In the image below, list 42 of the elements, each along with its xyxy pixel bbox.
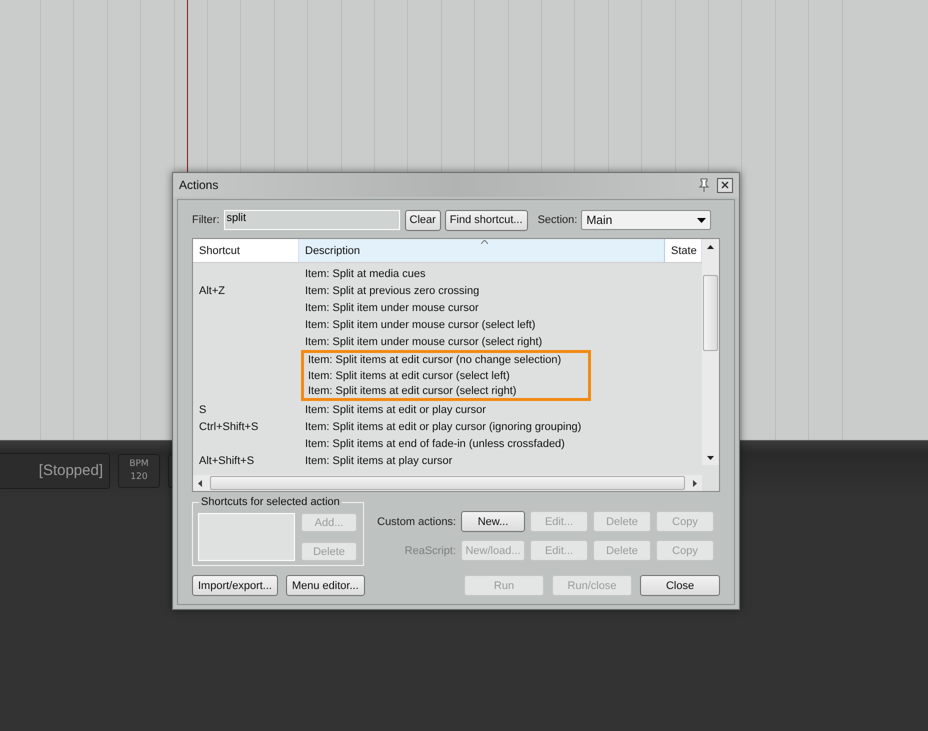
description-cell[interactable]: Item: Split at previous zero crossing <box>299 282 665 299</box>
dialog-button[interactable]: Import/export... <box>192 575 278 596</box>
close-icon[interactable] <box>717 178 733 192</box>
description-cell[interactable]: Item: Split items at play cursor <box>299 452 665 469</box>
row-label: Custom actions: <box>376 516 456 528</box>
dropdown-arrow-icon <box>697 218 706 222</box>
filter-label: Filter: <box>192 214 220 226</box>
section-label: Section: <box>538 214 578 226</box>
transport-status: [Stopped] <box>0 452 110 488</box>
description-cell[interactable]: Item: Split items at edit cursor (select left) <box>301 367 591 384</box>
vertical-scrollbar[interactable] <box>702 239 719 465</box>
scroll-up-icon[interactable] <box>707 245 714 249</box>
description-cell[interactable]: Item: Split item under mouse cursor <box>299 299 665 316</box>
description-cell[interactable]: Item: Split items at end of fade-in (unless crossfaded) <box>299 435 665 452</box>
clear-button[interactable]: Clear <box>404 210 441 230</box>
description-cell[interactable]: Item: Split at media cues <box>299 265 665 282</box>
dialog-button[interactable]: Menu editor... <box>286 575 365 596</box>
section-dropdown[interactable]: Main <box>581 210 712 230</box>
shortcut-cell-text: Alt+Z <box>198 284 226 298</box>
shortcut-cell-text: Alt+Shift+S <box>198 454 256 468</box>
description-cell[interactable]: Item: Split items at edit cursor (no change selection) <box>301 350 591 367</box>
shortcut-cell-text: S <box>198 402 208 418</box>
action-button[interactable]: New... <box>461 511 525 532</box>
description-cell[interactable]: Item: Split items at edit or play cursor (ignoring grouping) <box>299 418 665 435</box>
dialog-button[interactable]: Close <box>640 575 720 596</box>
horizontal-scrollbar[interactable] <box>193 475 702 491</box>
description-cell[interactable]: Item: Split items at edit or play cursor <box>299 401 665 418</box>
shortcut-cell-text: Ctrl+Shift+S <box>198 420 260 434</box>
description-cell[interactable]: Item: Split item under mouse cursor (select left) <box>299 316 665 333</box>
bpm-display[interactable]: BPM 120 <box>118 454 160 488</box>
scroll-right-icon[interactable] <box>693 480 697 486</box>
row-label: ReaScript: <box>404 544 456 556</box>
description-cell[interactable]: Item: Split item under mouse cursor (select right) <box>299 333 665 350</box>
scroll-left-icon[interactable] <box>198 480 202 486</box>
column-header[interactable]: Description <box>299 239 665 262</box>
window-title: Actions <box>179 178 220 192</box>
scroll-down-icon[interactable] <box>707 456 714 460</box>
find-shortcut-button[interactable]: Find shortcut... <box>444 210 528 230</box>
description-cell[interactable]: Item: Split items at edit cursor (select right) <box>301 384 591 401</box>
filter-field[interactable]: split <box>224 210 400 230</box>
group-title: Shortcuts for selected action <box>199 496 342 508</box>
pin-icon[interactable] <box>697 178 711 192</box>
